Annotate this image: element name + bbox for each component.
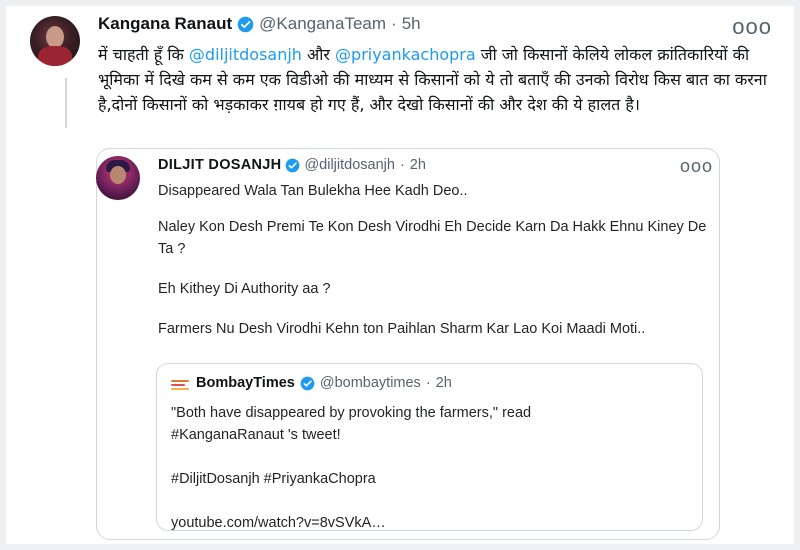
quoted-paragraph: Naley Kon Desh Premi Te Kon Desh Virodhi… [158,219,707,257]
author-handle[interactable]: @KanganaTeam [259,14,386,34]
bombaytimes-logo-icon [171,380,189,392]
quoted-paragraph: Disappeared Wala Tan Bulekha Hee Kadh De… [158,183,468,199]
tweet-time[interactable]: 5h [402,14,421,34]
separator-dot: · [391,14,397,33]
text-segment: और [301,45,336,64]
quoted-tweet-time[interactable]: 2h [410,157,426,173]
separator-dot: · [399,157,405,173]
author-name[interactable]: Kangana Ranaut [98,14,232,34]
separator-dot: · [425,375,431,391]
mention-diljit[interactable]: @diljitdosanjh [189,45,302,64]
nested-tweet-time[interactable]: 2h [436,375,452,391]
more-options-icon[interactable]: ooo [680,156,713,177]
nested-author-handle[interactable]: @bombaytimes [320,375,421,391]
quoted-tweet-text: Disappeared Wala Tan Bulekha Hee Kadh De… [158,180,718,362]
verified-badge-icon [237,16,254,32]
thread-line [65,78,67,128]
text-segment: में चाहती हूँ कि [98,45,189,64]
nested-hashtags[interactable]: #DiljitDosanjh #PriyankaChopra [171,468,691,490]
diljit-avatar[interactable] [96,156,140,200]
quoted-author-name[interactable]: DILJIT DOSANJH [158,157,281,173]
nested-author-name[interactable]: BombayTimes [196,375,295,391]
nested-paragraph: "Both have disappeared by provoking the … [171,405,532,443]
tweet-text: में चाहती हूँ कि @diljitdosanjh और @priy… [98,42,773,117]
verified-badge-icon [300,376,315,390]
quoted-author-handle[interactable]: @diljitdosanjh [304,157,395,173]
nested-quote-text: "Both have disappeared by provoking the … [171,402,691,550]
quoted-paragraph: Farmers Nu Desh Virodhi Kehn ton Paihlan… [158,321,646,337]
kangana-avatar[interactable] [30,16,80,66]
quoted-paragraph: Eh Kithey Di Authority aa ? [158,281,331,297]
nested-quote-header: BombayTimes @bombaytimes · 2h [196,375,452,391]
nested-link[interactable]: youtube.com/watch?v=8vSVkA… [171,512,691,534]
verified-badge-icon [286,158,300,172]
more-options-icon[interactable]: ooo [732,14,772,40]
tweet-header: Kangana Ranaut @KanganaTeam · 5h [98,14,421,34]
quoted-tweet-header: DILJIT DOSANJH @diljitdosanjh · 2h [158,157,426,173]
mention-priyanka[interactable]: @priyankachopra [335,45,476,64]
